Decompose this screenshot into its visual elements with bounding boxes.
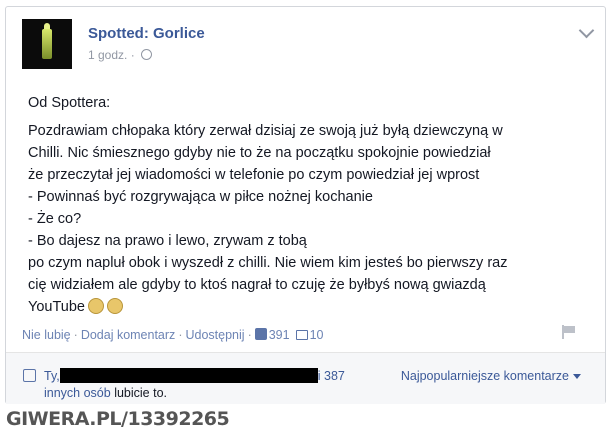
flag-icon[interactable] (562, 325, 576, 339)
unlike-link[interactable]: Nie lubię (22, 328, 71, 342)
post-intro: Od Spottera: (28, 95, 111, 111)
post-line: po czym napluł obok i wyszedł z chilli. … (28, 255, 508, 271)
likes-summary: Ty, i 387 innych osób lubicie to. Najpopu… (6, 352, 605, 404)
redacted-names (59, 368, 318, 383)
post-line: cię widziałem ale gdyby to ktoś nagrał t… (28, 277, 486, 293)
chevron-down-icon[interactable] (578, 22, 595, 39)
post-meta: 1 godz. · (88, 48, 153, 62)
post-line: Chilli. Nic śmiesznego gdyby nie to że n… (28, 145, 491, 161)
likes-count-text[interactable]: i 387 (318, 369, 345, 383)
post-time[interactable]: 1 godz. (88, 48, 127, 62)
post-line: - Że co? (28, 211, 82, 227)
like-count[interactable]: 391 (269, 328, 290, 342)
post-line: że przeczytał jej wiadomości w telefonie… (28, 167, 480, 183)
flag-cloth (564, 326, 575, 333)
post-line: YouTube (28, 299, 85, 315)
post-line-last: YouTube (28, 296, 593, 318)
comment-count[interactable]: 10 (310, 328, 324, 342)
post-line: - Powinnaś być rozgrywająca w piłce nożn… (28, 189, 373, 205)
sort-label: Najpopularniejsze komentarze (400, 369, 569, 383)
post-line: - Bo dajesz na prawo i lewo, zrywam z to… (28, 233, 307, 249)
post-card: Spotted: Gorlice 1 godz. · Od Spottera: … (5, 6, 606, 404)
emoji-icon (106, 298, 123, 314)
post-body: Od Spottera: Pozdrawiam chłopaka który z… (28, 92, 593, 318)
globe-icon (141, 49, 153, 60)
page-name-link[interactable]: Spotted: Gorlice (88, 25, 205, 42)
comment-icon (295, 330, 308, 340)
thumbs-up-icon (23, 369, 36, 382)
action-separator: · (178, 328, 183, 342)
page-avatar[interactable] (22, 19, 72, 69)
likes-you[interactable]: Ty, (44, 369, 60, 383)
action-separator: · (247, 328, 252, 342)
post-line: Pozdrawiam chłopaka który zerwał dzisiaj… (28, 123, 503, 139)
meta-separator: · (130, 48, 139, 62)
likes-line: Ty, i 387 (44, 368, 345, 383)
thumbs-up-icon (254, 328, 267, 340)
others-link[interactable]: innych osób (44, 386, 111, 400)
caret-down-icon (573, 374, 581, 379)
action-separator: · (73, 328, 78, 342)
emoji-icon (87, 298, 104, 314)
likes-suffix: lubicie to. (110, 386, 167, 400)
likes-line-2: innych osób lubicie to. (44, 386, 167, 400)
sort-comments-dropdown[interactable]: Najpopularniejsze komentarze (401, 369, 581, 383)
post-actions: Nie lubię · Dodaj komentarz · Udostępnij · 391… (22, 328, 324, 342)
comment-link[interactable]: Dodaj komentarz (81, 328, 176, 342)
share-link[interactable]: Udostępnij (185, 328, 244, 342)
watermark: GIWERA.PL/13392265 (6, 408, 230, 430)
post-header: Spotted: Gorlice 1 godz. · (22, 19, 595, 71)
tower-graphic (42, 29, 52, 59)
